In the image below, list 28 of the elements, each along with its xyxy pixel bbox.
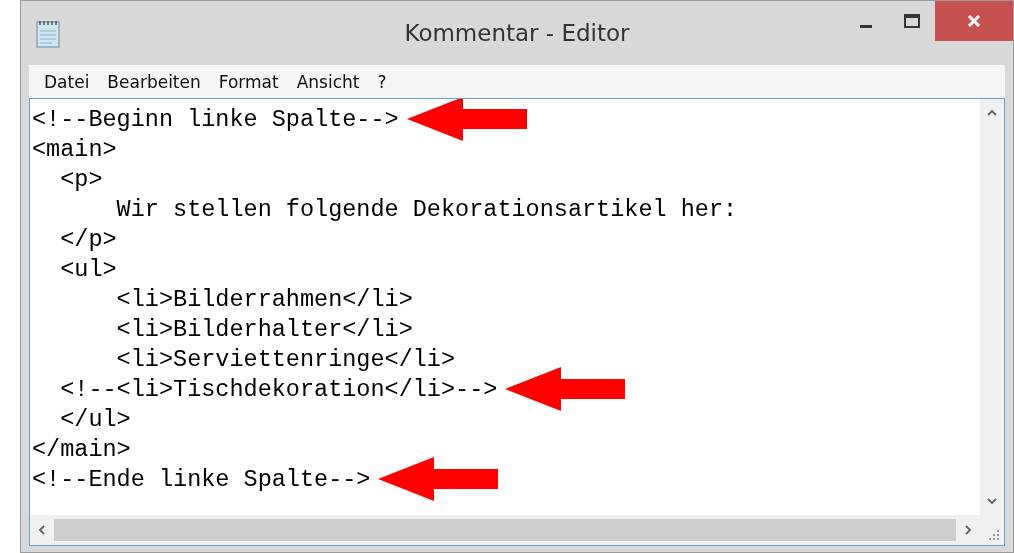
scrollbar-thumb[interactable] <box>54 519 956 541</box>
code-line: <main> <box>32 135 117 163</box>
code-line: <!--Beginn linke Spalte--> <box>32 105 399 133</box>
menu-item[interactable]: Bearbeiten <box>98 68 210 95</box>
code-line: </main> <box>32 435 131 463</box>
maximize-icon <box>904 14 920 28</box>
window-title: Kommentar - Editor <box>404 20 630 46</box>
code-line: <!--<li>Tischdekoration</li>--> <box>59 375 498 403</box>
code-line: <li>Serviettenringe</li> <box>115 345 456 373</box>
code-line: <!--Ende linke Spalte--> <box>32 465 371 493</box>
resize-grip-icon[interactable] <box>988 529 1000 541</box>
code-line: Wir stellen folgende Dekorationsartikel her: <box>115 195 738 223</box>
code-line: <li>Bilderrahmen</li> <box>115 285 413 313</box>
menu-item[interactable]: ? <box>368 68 396 95</box>
code-line: </ul> <box>59 405 131 433</box>
code-line: <ul> <box>59 255 117 283</box>
notepad-icon <box>35 18 61 48</box>
menu-item[interactable]: Ansicht <box>287 68 369 95</box>
scroll-down-icon[interactable] <box>986 495 998 507</box>
menu-item[interactable]: Format <box>209 68 288 95</box>
menu-item[interactable]: Datei <box>35 68 99 95</box>
code-line: <p> <box>59 165 103 193</box>
minimize-icon <box>860 24 872 28</box>
close-icon <box>966 13 982 29</box>
scroll-right-icon[interactable] <box>962 524 974 536</box>
scroll-left-icon[interactable] <box>36 524 48 536</box>
code-line: <li>Bilderhalter</li> <box>115 315 413 343</box>
code-line: </p> <box>59 225 117 253</box>
